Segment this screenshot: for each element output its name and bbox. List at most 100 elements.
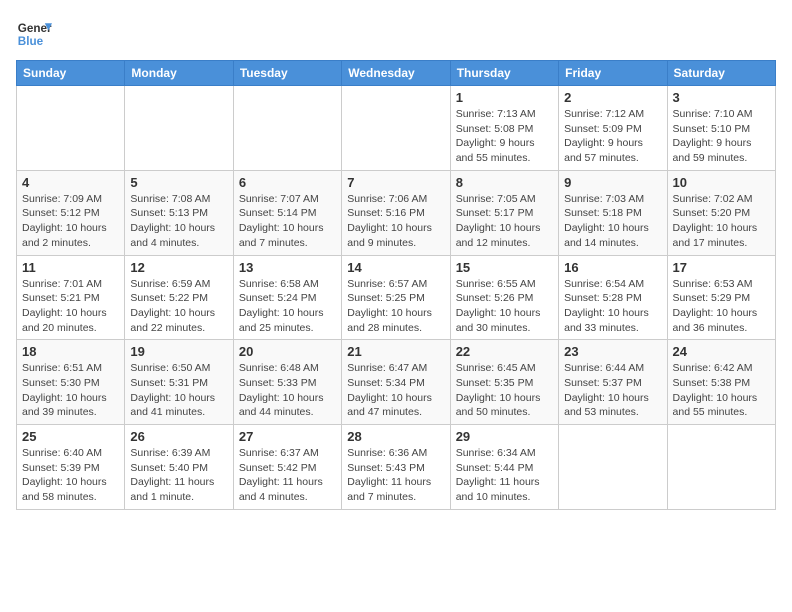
day-number: 20 [239,344,336,359]
calendar-cell: 14Sunrise: 6:57 AM Sunset: 5:25 PM Dayli… [342,255,450,340]
days-of-week-row: SundayMondayTuesdayWednesdayThursdayFrid… [17,61,776,86]
day-number: 7 [347,175,444,190]
calendar-body: 1 Sunrise: 7:13 AM Sunset: 5:08 PM Daylig… [17,86,776,510]
calendar-cell: 13 Sunrise: 6:58 AM Sunset: 5:24 PM Dayli… [233,255,341,340]
calendar-cell: 5 Sunrise: 7:08 AM Sunset: 5:13 PM Daylig… [125,170,233,255]
day-number: 29 [456,429,553,444]
calendar-cell: 26 Sunrise: 6:39 AM Sunset: 5:40 PM Dayli… [125,425,233,510]
day-number: 24 [673,344,770,359]
day-info: Sunrise: 7:02 AM Sunset: 5:20 PM Dayligh… [673,192,770,251]
day-number: 21 [347,344,444,359]
calendar-cell [667,425,775,510]
calendar-cell: 18Sunrise: 6:51 AM Sunset: 5:30 PM Dayli… [17,340,125,425]
dow-header: Thursday [450,61,558,86]
calendar-week-row: 4 Sunrise: 7:09 AM Sunset: 5:12 PM Daylig… [17,170,776,255]
calendar-cell: 21 Sunrise: 6:47 AM Sunset: 5:34 PM Dayli… [342,340,450,425]
day-info: Sunrise: 6:47 AM Sunset: 5:34 PM Dayligh… [347,361,444,420]
calendar-cell: 1 Sunrise: 7:13 AM Sunset: 5:08 PM Daylig… [450,86,558,171]
calendar-cell: 15 Sunrise: 6:55 AM Sunset: 5:26 PM Dayli… [450,255,558,340]
calendar-cell [559,425,667,510]
day-number: 17 [673,260,770,275]
calendar-cell [125,86,233,171]
day-info: Sunrise: 6:54 AM Sunset: 5:28 PM Dayligh… [564,277,661,336]
day-number: 13 [239,260,336,275]
day-info: Sunrise: 7:06 AM Sunset: 5:16 PM Dayligh… [347,192,444,251]
calendar-cell: 4 Sunrise: 7:09 AM Sunset: 5:12 PM Daylig… [17,170,125,255]
day-info: Sunrise: 6:59 AM Sunset: 5:22 PM Dayligh… [130,277,227,336]
day-info: Sunrise: 7:10 AM Sunset: 5:10 PM Dayligh… [673,107,770,166]
day-info: Sunrise: 6:45 AM Sunset: 5:35 PM Dayligh… [456,361,553,420]
calendar-cell: 7 Sunrise: 7:06 AM Sunset: 5:16 PM Daylig… [342,170,450,255]
dow-header: Tuesday [233,61,341,86]
day-info: Sunrise: 7:05 AM Sunset: 5:17 PM Dayligh… [456,192,553,251]
day-info: Sunrise: 6:50 AM Sunset: 5:31 PM Dayligh… [130,361,227,420]
calendar-week-row: 1 Sunrise: 7:13 AM Sunset: 5:08 PM Daylig… [17,86,776,171]
day-info: Sunrise: 6:40 AM Sunset: 5:39 PM Dayligh… [22,446,119,505]
calendar-cell: 16 Sunrise: 6:54 AM Sunset: 5:28 PM Dayli… [559,255,667,340]
day-number: 18 [22,344,119,359]
svg-text:Blue: Blue [18,35,44,48]
dow-header: Monday [125,61,233,86]
dow-header: Wednesday [342,61,450,86]
day-info: Sunrise: 7:12 AM Sunset: 5:09 PM Dayligh… [564,107,661,166]
day-number: 5 [130,175,227,190]
calendar-cell: 3 Sunrise: 7:10 AM Sunset: 5:10 PM Daylig… [667,86,775,171]
day-info: Sunrise: 7:09 AM Sunset: 5:12 PM Dayligh… [22,192,119,251]
page-header: General Blue [16,16,776,52]
calendar-cell: 29 Sunrise: 6:34 AM Sunset: 5:44 PM Dayli… [450,425,558,510]
calendar-cell: 20 Sunrise: 6:48 AM Sunset: 5:33 PM Dayli… [233,340,341,425]
calendar-cell: 9Sunrise: 7:03 AM Sunset: 5:18 PM Daylig… [559,170,667,255]
day-number: 12 [130,260,227,275]
day-info: Sunrise: 6:34 AM Sunset: 5:44 PM Dayligh… [456,446,553,505]
calendar-cell: 23Sunrise: 6:44 AM Sunset: 5:37 PM Dayli… [559,340,667,425]
day-info: Sunrise: 6:42 AM Sunset: 5:38 PM Dayligh… [673,361,770,420]
day-number: 22 [456,344,553,359]
logo-icon: General Blue [16,16,52,52]
day-number: 10 [673,175,770,190]
calendar-cell: 12 Sunrise: 6:59 AM Sunset: 5:22 PM Dayli… [125,255,233,340]
day-number: 4 [22,175,119,190]
day-info: Sunrise: 6:53 AM Sunset: 5:29 PM Dayligh… [673,277,770,336]
day-info: Sunrise: 7:07 AM Sunset: 5:14 PM Dayligh… [239,192,336,251]
day-info: Sunrise: 7:13 AM Sunset: 5:08 PM Dayligh… [456,107,553,166]
day-info: Sunrise: 6:48 AM Sunset: 5:33 PM Dayligh… [239,361,336,420]
dow-header: Saturday [667,61,775,86]
calendar-table: SundayMondayTuesdayWednesdayThursdayFrid… [16,60,776,510]
calendar-cell: 22 Sunrise: 6:45 AM Sunset: 5:35 PM Dayli… [450,340,558,425]
calendar-week-row: 25 Sunrise: 6:40 AM Sunset: 5:39 PM Dayli… [17,425,776,510]
calendar-cell: 17 Sunrise: 6:53 AM Sunset: 5:29 PM Dayli… [667,255,775,340]
day-number: 27 [239,429,336,444]
day-number: 19 [130,344,227,359]
calendar-cell: 27 Sunrise: 6:37 AM Sunset: 5:42 PM Dayli… [233,425,341,510]
calendar-cell: 28Sunrise: 6:36 AM Sunset: 5:43 PM Dayli… [342,425,450,510]
calendar-week-row: 18Sunrise: 6:51 AM Sunset: 5:30 PM Dayli… [17,340,776,425]
day-number: 3 [673,90,770,105]
day-number: 26 [130,429,227,444]
day-info: Sunrise: 7:08 AM Sunset: 5:13 PM Dayligh… [130,192,227,251]
day-number: 16 [564,260,661,275]
calendar-cell: 24 Sunrise: 6:42 AM Sunset: 5:38 PM Dayli… [667,340,775,425]
calendar-cell: 11 Sunrise: 7:01 AM Sunset: 5:21 PM Dayli… [17,255,125,340]
day-number: 23 [564,344,661,359]
calendar-week-row: 11 Sunrise: 7:01 AM Sunset: 5:21 PM Dayli… [17,255,776,340]
day-info: Sunrise: 6:55 AM Sunset: 5:26 PM Dayligh… [456,277,553,336]
day-number: 2 [564,90,661,105]
day-info: Sunrise: 7:03 AM Sunset: 5:18 PM Dayligh… [564,192,661,251]
calendar-cell [342,86,450,171]
day-number: 25 [22,429,119,444]
day-info: Sunrise: 6:39 AM Sunset: 5:40 PM Dayligh… [130,446,227,505]
day-info: Sunrise: 6:58 AM Sunset: 5:24 PM Dayligh… [239,277,336,336]
day-info: Sunrise: 6:37 AM Sunset: 5:42 PM Dayligh… [239,446,336,505]
day-info: Sunrise: 6:36 AM Sunset: 5:43 PM Dayligh… [347,446,444,505]
day-info: Sunrise: 7:01 AM Sunset: 5:21 PM Dayligh… [22,277,119,336]
day-number: 15 [456,260,553,275]
dow-header: Friday [559,61,667,86]
calendar-cell [17,86,125,171]
day-number: 11 [22,260,119,275]
day-number: 6 [239,175,336,190]
calendar-cell: 10 Sunrise: 7:02 AM Sunset: 5:20 PM Dayli… [667,170,775,255]
calendar-cell [233,86,341,171]
day-info: Sunrise: 6:57 AM Sunset: 5:25 PM Dayligh… [347,277,444,336]
dow-header: Sunday [17,61,125,86]
day-number: 1 [456,90,553,105]
